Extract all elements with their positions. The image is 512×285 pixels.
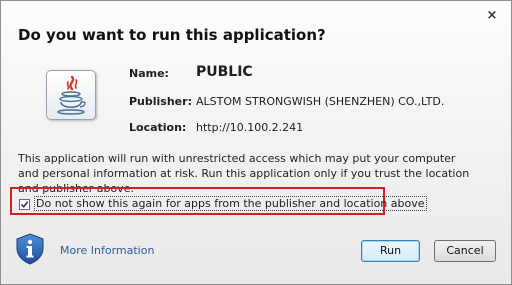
run-button[interactable]: Run: [361, 240, 420, 262]
close-icon[interactable]: ×: [485, 9, 499, 23]
info-shield-icon: [14, 233, 46, 265]
app-name-value: PUBLIC: [196, 64, 253, 80]
location-label: Location:: [129, 121, 187, 134]
do-not-show-again-checkbox[interactable]: [19, 199, 30, 210]
run-application-dialog: × Do you want to run this application? N…: [0, 0, 512, 285]
cancel-button[interactable]: Cancel: [434, 240, 496, 262]
dialog-title: Do you want to run this application?: [18, 26, 326, 44]
do-not-show-again-label[interactable]: Do not show this again for apps from the…: [34, 196, 427, 211]
more-information-link[interactable]: More Information: [60, 244, 154, 257]
java-icon: [46, 70, 96, 120]
location-value: http://10.100.2.241: [196, 121, 304, 134]
publisher-label: Publisher:: [129, 95, 192, 108]
checkmark-icon: [20, 201, 29, 209]
publisher-value: ALSTOM STRONGWISH (SHENZHEN) CO.,LTD.: [196, 95, 445, 108]
name-label: Name:: [129, 67, 169, 80]
